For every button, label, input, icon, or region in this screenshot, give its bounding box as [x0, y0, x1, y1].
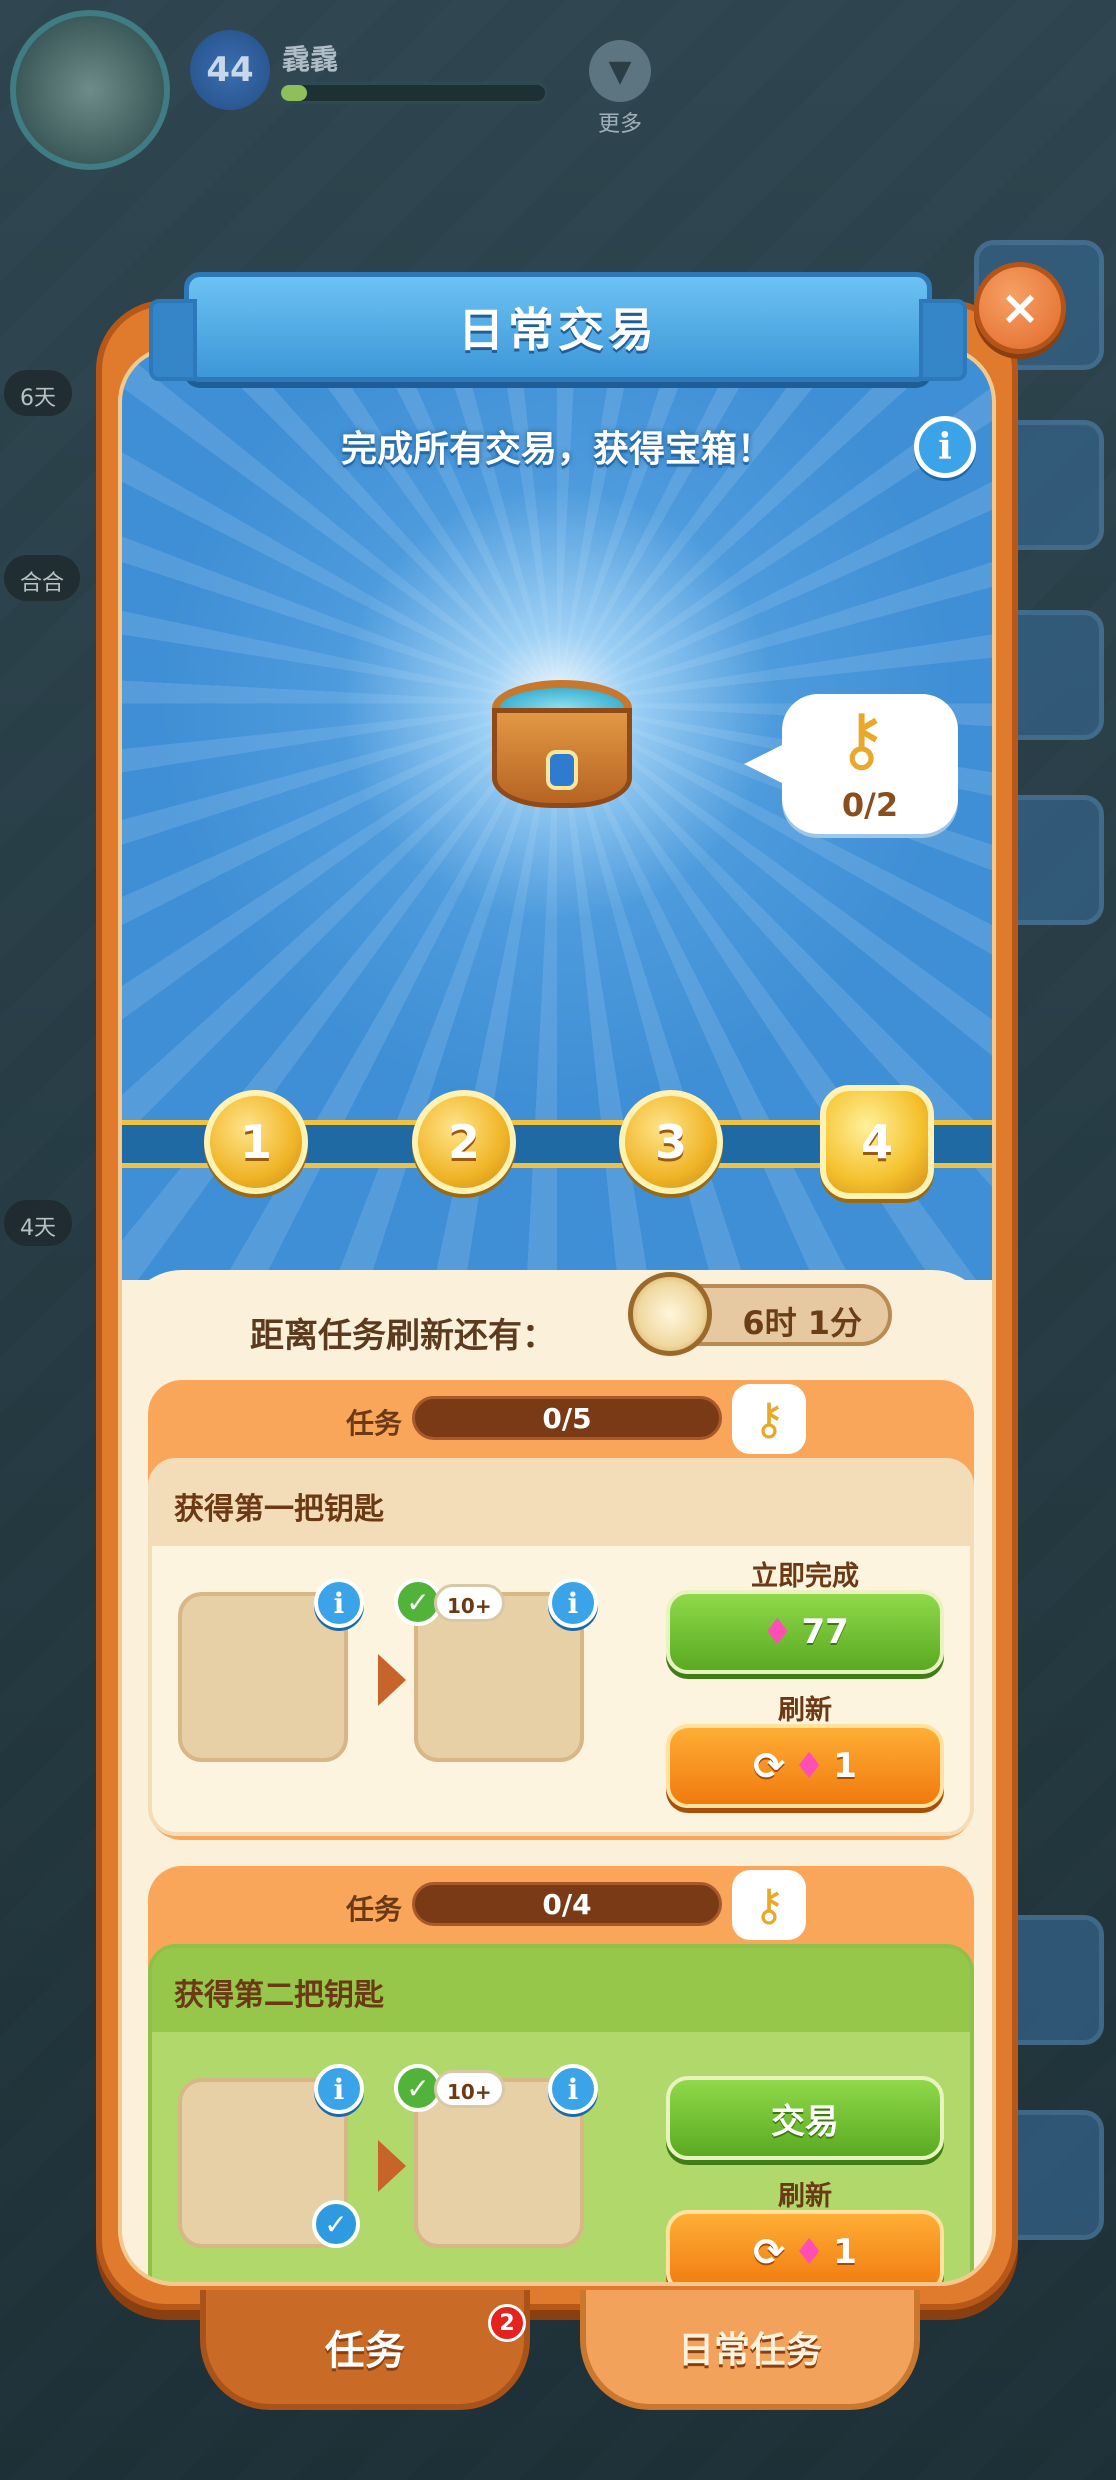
instant-complete-button[interactable]: ♦ 77: [666, 1590, 944, 1674]
task-head-label: 任务: [346, 1407, 403, 1440]
progress-step-2[interactable]: 2: [412, 1090, 516, 1194]
player-level-badge: 44: [190, 30, 270, 110]
refresh-button[interactable]: ⟳ ♦ 1: [666, 1724, 944, 1808]
progress-step-3[interactable]: 3: [619, 1090, 723, 1194]
info-icon[interactable]: i: [914, 416, 976, 478]
key-count-bubble: ⚷ 0/2: [744, 694, 958, 834]
info-icon[interactable]: i: [314, 2064, 364, 2114]
task-progress: 0/5: [412, 1396, 722, 1440]
tab-tasks[interactable]: 任务: [200, 2290, 530, 2410]
progress-step-4-star[interactable]: 4: [820, 1085, 934, 1199]
key-icon: ⚷: [732, 1870, 806, 1940]
player-name: 毳毳: [282, 43, 339, 76]
task-title: 获得第一把钥匙: [174, 1492, 384, 1527]
modal-subtitle: 完成所有交易，获得宝箱！: [340, 429, 773, 470]
chevron-down-icon: ▼: [589, 40, 651, 102]
gem-icon: ♦: [761, 1611, 794, 1653]
modal-title: 日常交易: [458, 303, 658, 357]
clock-icon: [628, 1272, 712, 1356]
refresh-icon: ⟳: [753, 2230, 785, 2274]
refresh-button[interactable]: ⟳ ♦ 1: [666, 2210, 944, 2282]
treasure-chest-icon[interactable]: [492, 680, 632, 820]
close-button[interactable]: ×: [974, 262, 1066, 354]
owned-check-icon: ✓: [312, 2200, 360, 2248]
tab-daily-tasks[interactable]: 日常任务: [580, 2290, 920, 2410]
info-icon[interactable]: i: [314, 1578, 364, 1628]
instant-complete-cost: 77: [801, 1612, 849, 1652]
task-body: 获得第一把钥匙 i ✓ 10+ i 立即完成 ♦ 77 刷新 ⟳ ♦ 1: [148, 1458, 974, 1836]
info-icon[interactable]: i: [548, 2064, 598, 2114]
task-card-2: 任务 0/4 ⚷ 获得第二把钥匙 i ✓ ✓ 10+ i 交易 刷新 ⟳ ♦ 1: [148, 1866, 974, 2282]
task-title-bar: 获得第一把钥匙: [152, 1462, 970, 1546]
refresh-cost: 1: [833, 1746, 857, 1786]
gem-icon: ♦: [792, 1745, 826, 1787]
task-title: 获得第二把钥匙: [174, 1978, 384, 2013]
arrow-right-icon: [378, 1654, 406, 1706]
gem-icon: ♦: [792, 2231, 826, 2273]
daily-trade-modal: 完成所有交易，获得宝箱！ i ⚷ 0/2 1 2 3 4 距离任务刷新还有： 6…: [96, 300, 1018, 2310]
task-title-bar: 获得第二把钥匙: [152, 1948, 970, 2032]
notification-badge: 2: [488, 2304, 526, 2342]
lock-icon: [546, 750, 578, 790]
event-timer[interactable]: 合合: [4, 555, 81, 601]
more-button[interactable]: ▼ 更多: [585, 40, 655, 138]
more-label: 更多: [597, 112, 642, 137]
event-timer[interactable]: 4天: [4, 1200, 72, 1246]
task-body: 获得第二把钥匙 i ✓ ✓ 10+ i 交易 刷新 ⟳ ♦ 1: [148, 1944, 974, 2282]
instant-complete-label: 立即完成: [751, 1561, 859, 1592]
refresh-timer-label: 距离任务刷新还有：: [250, 1316, 556, 1356]
refresh-cost: 1: [833, 2232, 857, 2272]
quantity-badge: 10+: [434, 2070, 505, 2108]
modal-title-banner: 日常交易: [149, 272, 967, 382]
xp-bar: [278, 82, 548, 104]
trade-button[interactable]: 交易: [666, 2076, 944, 2160]
key-icon: ⚷: [732, 1384, 806, 1454]
refresh-icon: ⟳: [753, 1744, 785, 1788]
modal-inner-panel: 完成所有交易，获得宝箱！ i ⚷ 0/2 1 2 3 4 距离任务刷新还有： 6…: [118, 346, 996, 2286]
refresh-label: 刷新: [778, 1695, 832, 1726]
progress-step-1[interactable]: 1: [204, 1090, 308, 1194]
event-timer[interactable]: 6天: [4, 370, 72, 416]
quantity-badge: 10+: [434, 1584, 505, 1622]
info-icon[interactable]: i: [548, 1578, 598, 1628]
xp-bar-fill: [281, 85, 308, 101]
task-progress: 0/4: [412, 1882, 722, 1926]
arrow-right-icon: [378, 2140, 406, 2192]
player-avatar[interactable]: [10, 10, 170, 170]
task-head-label: 任务: [346, 1893, 403, 1926]
chest-hero-area: 完成所有交易，获得宝箱！ i ⚷ 0/2 1 2 3 4: [122, 350, 992, 1280]
task-card-1: 任务 0/5 ⚷ 获得第一把钥匙 i ✓ 10+ i 立即完成 ♦ 77 刷新: [148, 1380, 974, 1840]
key-icon: ⚷: [836, 698, 888, 780]
key-count: 0/2: [841, 786, 899, 824]
refresh-label: 刷新: [778, 2181, 832, 2212]
